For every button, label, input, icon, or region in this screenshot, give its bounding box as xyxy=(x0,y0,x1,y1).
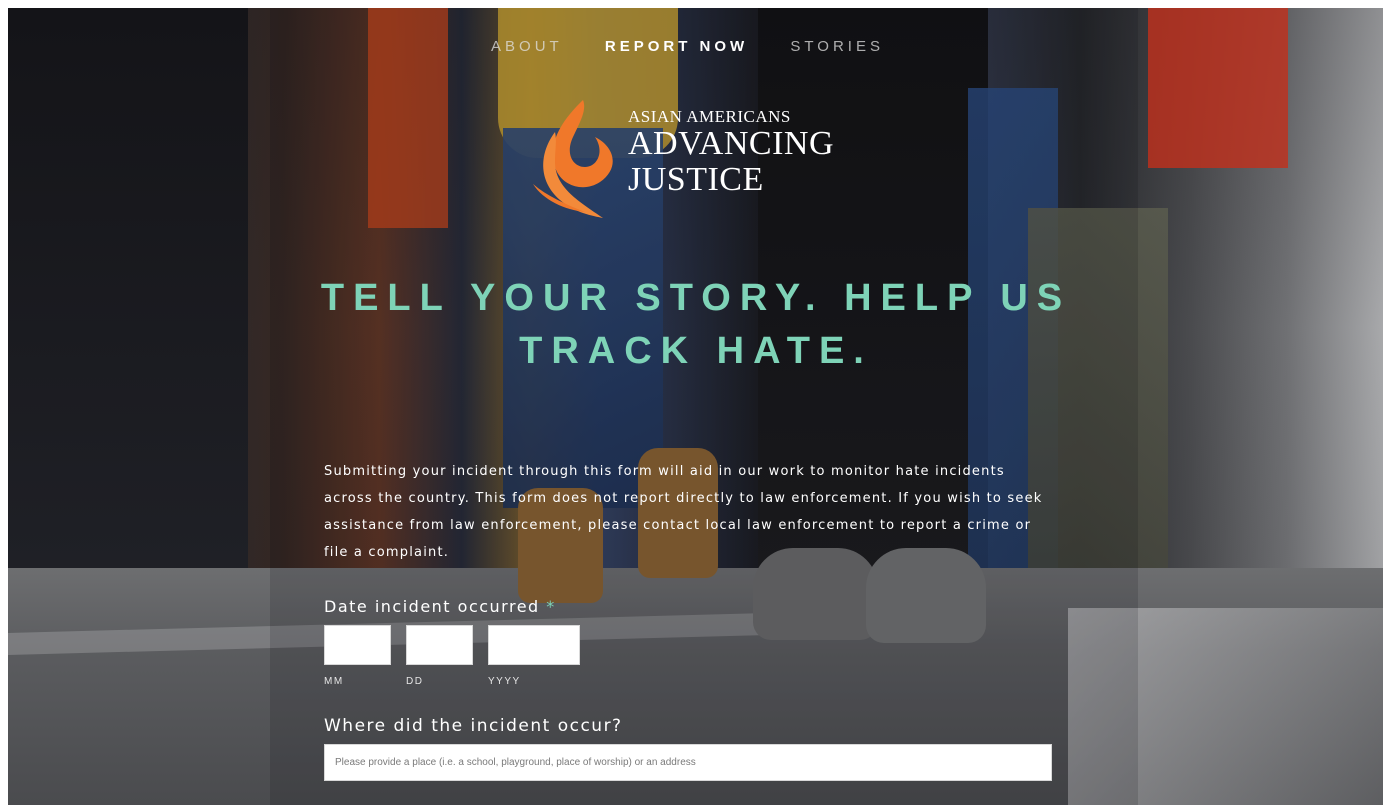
location-field-label: Where did the incident occur? xyxy=(324,716,623,736)
year-hint: YYYY xyxy=(488,676,521,687)
background-figure xyxy=(8,8,248,568)
nav-item-about[interactable]: ABOUT xyxy=(491,38,563,55)
logo-line-1: ASIAN AMERICANS xyxy=(628,107,791,126)
top-navigation: ABOUT REPORT NOW STORIES xyxy=(0,38,1375,55)
month-hint: MM xyxy=(324,676,344,687)
nav-item-report-now[interactable]: REPORT NOW xyxy=(605,38,748,55)
location-input[interactable] xyxy=(324,744,1052,781)
date-field-label: Date incident occurred * xyxy=(324,597,556,616)
logo-line-3: JUSTICE xyxy=(628,161,764,198)
intro-paragraph: Submitting your incident through this fo… xyxy=(324,464,1043,560)
day-hint: DD xyxy=(406,676,424,687)
date-day-input[interactable] xyxy=(406,625,473,665)
date-year-input[interactable] xyxy=(488,625,580,665)
nav-item-stories[interactable]: STORIES xyxy=(790,38,884,55)
site-logo[interactable]: ASIAN AMERICANS ADVANCING JUSTICE xyxy=(525,92,885,232)
hero-headline: TELL YOUR STORY. HELP US TRACK HATE. xyxy=(262,272,1130,378)
headline-line-1: TELL YOUR STORY. HELP US xyxy=(320,277,1072,319)
logo-wordmark: ASIAN AMERICANS ADVANCING JUSTICE xyxy=(628,108,834,197)
date-month-input[interactable] xyxy=(324,625,391,665)
background-figure xyxy=(1148,8,1288,168)
flame-logo-icon xyxy=(533,100,613,218)
logo-line-2: ADVANCING xyxy=(628,125,834,162)
required-asterisk: * xyxy=(546,597,556,616)
headline-line-2: TRACK HATE. xyxy=(519,330,873,372)
date-label-text: Date incident occurred xyxy=(324,597,540,616)
